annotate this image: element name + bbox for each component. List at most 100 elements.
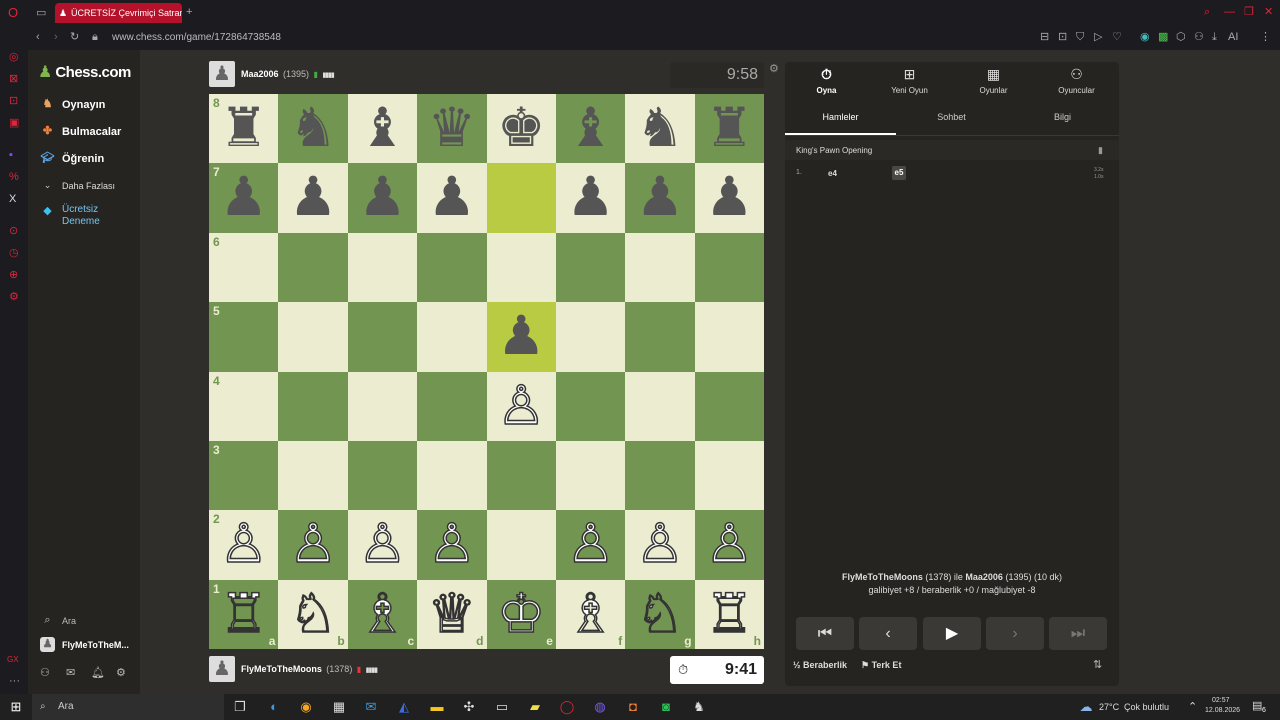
forward-icon[interactable]: ›	[54, 32, 58, 43]
player-name[interactable]: Maa2006	[965, 572, 1003, 582]
square-b1[interactable]: ♘ b	[278, 579, 348, 649]
square-c8[interactable]: ♝	[347, 94, 418, 164]
black-piece[interactable]: ♟	[428, 167, 476, 227]
subtab-chat[interactable]: Sohbet	[896, 112, 1007, 122]
bookmark-icon[interactable]: ⊟	[1040, 32, 1049, 43]
heart-icon[interactable]: ♡	[1112, 32, 1122, 43]
new-tab-icon[interactable]: +	[186, 7, 192, 18]
black-piece[interactable]: ♟	[289, 167, 337, 227]
square-b5[interactable]	[278, 302, 348, 372]
black-piece[interactable]: ♚	[497, 98, 545, 158]
chess-board[interactable]: ♜ 8 ♞ ♝ ♛ ♚ ♝ ♞ ♜ ♟ 7 ♟ ♟ ♟ ♟ ♟ ♟ 6 5 ♟ 4 ♙ 3 ♙ 2 ♙ ♙ ♙ ♙ ♙ ♙ ♖ 1 a ♘ b ♗ c ♕ d…	[209, 94, 764, 649]
white-piece[interactable]: ♕	[427, 583, 477, 645]
extension-icon[interactable]: ⚇	[1194, 32, 1204, 43]
subtab-info[interactable]: Bilgi	[1007, 112, 1118, 122]
reload-icon[interactable]: ↻	[70, 32, 79, 43]
square-g1[interactable]: ♘ g	[625, 579, 695, 649]
tab-play[interactable]: ⏱︎ Oyna	[785, 66, 868, 95]
square-a8[interactable]: ♜ 8	[209, 94, 279, 164]
weather-temp[interactable]: 27°C	[1099, 702, 1119, 712]
sidebar-item-more[interactable]: ⌄ Daha Fazlası	[40, 178, 115, 193]
player-name[interactable]: Maa2006	[241, 69, 279, 79]
mail-app-icon[interactable]: ✉	[361, 698, 381, 716]
tab-overview-icon[interactable]: ▭	[36, 8, 46, 19]
menu-icon[interactable]: ⋮	[1260, 32, 1271, 43]
square-c6[interactable]	[347, 232, 418, 303]
white-piece[interactable]: ♙	[566, 514, 616, 576]
square-a6[interactable]: 6	[209, 232, 279, 303]
clock-time[interactable]: 02:57	[1212, 697, 1230, 704]
square-g5[interactable]	[625, 302, 695, 372]
square-c3[interactable]	[347, 440, 418, 511]
square-f5[interactable]	[555, 302, 626, 372]
chess-app-icon[interactable]: ♞	[689, 698, 709, 716]
chrome-icon[interactable]: ◉	[296, 698, 316, 716]
square-e1[interactable]: ♔ e	[486, 579, 556, 649]
browser-tab-active[interactable]: ♟ ÜCRETSİZ Çevrimiçi Satranç	[55, 3, 182, 23]
notes-icon[interactable]: ▰	[525, 698, 545, 716]
black-piece[interactable]: ♟	[219, 167, 267, 227]
ai-label[interactable]: AI	[1228, 32, 1238, 43]
square-e4[interactable]: ♙	[486, 371, 556, 441]
square-b6[interactable]	[278, 232, 348, 303]
square-h1[interactable]: ♖ h	[694, 579, 764, 649]
square-h3[interactable]	[694, 440, 764, 511]
white-piece[interactable]: ♗	[357, 583, 407, 645]
messenger-icon[interactable]: ⊡	[9, 96, 18, 107]
square-h4[interactable]	[694, 371, 764, 441]
white-piece[interactable]: ♙	[427, 514, 477, 576]
square-h2[interactable]: ♙	[694, 510, 764, 580]
opera-icon[interactable]: ◯	[557, 698, 577, 716]
history-icon[interactable]: ◷	[9, 248, 19, 259]
friends-icon[interactable]: ⚇	[40, 668, 50, 679]
tab-players[interactable]: ⚇ Oyuncular	[1035, 66, 1118, 95]
extension-icon[interactable]: ▩	[1158, 32, 1168, 43]
sidebar-item-free-trial[interactable]: ◆ Ücretsiz Deneme	[40, 204, 112, 228]
restore-icon[interactable]: ❐	[1244, 7, 1254, 18]
subtab-moves[interactable]: Hamleler	[785, 112, 896, 122]
gear-icon[interactable]: ⚙	[116, 668, 126, 679]
resign-button[interactable]: ⚑ Terk Et	[861, 660, 901, 671]
square-e2[interactable]	[486, 510, 556, 580]
square-b4[interactable]	[278, 371, 348, 441]
twitch-icon[interactable]: ▪	[9, 150, 13, 161]
square-a5[interactable]: 5	[209, 302, 279, 372]
sidebar-search[interactable]: ⌕ Ara	[40, 613, 76, 628]
search-tabs-icon[interactable]: ⌕	[1204, 7, 1210, 18]
tab-new-game[interactable]: ⊞ Yeni Oyun	[868, 66, 951, 95]
square-b3[interactable]	[278, 440, 348, 511]
square-e6[interactable]	[486, 232, 556, 303]
opening-name[interactable]: King's Pawn Opening	[796, 146, 872, 155]
opera-logo-icon[interactable]: O	[8, 6, 18, 19]
chess-logo[interactable]: ♟ Chess.com	[38, 62, 131, 82]
square-g2[interactable]: ♙	[625, 510, 695, 580]
app-icon[interactable]: ◘	[623, 698, 643, 716]
square-f3[interactable]	[555, 440, 626, 511]
black-piece[interactable]: ♞	[636, 98, 684, 158]
settings-icon[interactable]: ⚙	[9, 292, 19, 303]
white-piece[interactable]: ♙	[496, 375, 546, 437]
white-piece[interactable]: ♙	[635, 514, 685, 576]
weather-desc[interactable]: Çok bulutlu	[1124, 702, 1169, 712]
black-piece[interactable]: ♟	[497, 306, 545, 366]
sidebar-item-learn[interactable]: 🎓︎ Öğrenin	[40, 151, 105, 166]
instagram-icon[interactable]: ▣	[9, 118, 19, 129]
shield-icon[interactable]: ⛉	[1076, 32, 1084, 43]
next-move-button[interactable]: ▶	[923, 617, 981, 650]
url-field[interactable]: www.chess.com/game/172864738548	[112, 32, 281, 43]
close-icon[interactable]: ✕	[1264, 7, 1273, 18]
store-icon[interactable]: ▦	[329, 698, 349, 716]
square-a2[interactable]: ♙ 2	[209, 510, 279, 580]
white-piece[interactable]: ♘	[288, 583, 338, 645]
black-piece[interactable]: ♟	[705, 167, 753, 227]
tab-games[interactable]: ▦ Oyunlar	[952, 66, 1035, 95]
windows-start-icon[interactable]: ⊞	[6, 698, 26, 716]
square-c1[interactable]: ♗ c	[347, 579, 418, 649]
avatar[interactable]: ♟	[209, 656, 235, 682]
white-piece[interactable]: ♖	[704, 583, 754, 645]
white-piece[interactable]: ♘	[635, 583, 685, 645]
forward-button[interactable]: ›	[986, 617, 1044, 650]
square-e5[interactable]: ♟	[486, 302, 556, 372]
bell-icon[interactable]: 🔔︎	[91, 668, 105, 679]
avatar[interactable]: ♟	[209, 61, 235, 87]
